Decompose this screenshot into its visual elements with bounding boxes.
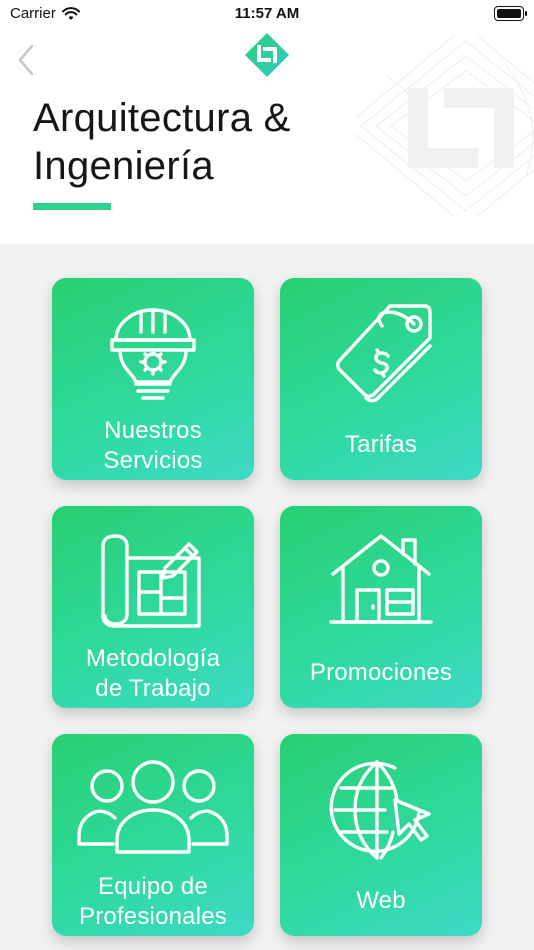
header: Arquitectura & Ingeniería (0, 28, 534, 244)
helmet-bulb-icon (110, 308, 196, 400)
tile-nuestros-servicios[interactable]: Nuestros Servicios (52, 278, 254, 480)
battery-icon (494, 6, 527, 21)
title-line-2: Ingeniería (33, 144, 214, 188)
back-chevron-icon[interactable] (14, 42, 40, 78)
tile-tarifas[interactable]: Tarifas (280, 278, 482, 480)
tile-label: Nuestros Servicios (103, 417, 203, 474)
menu-grid: Nuestros Servicios Tarifas Metodología d… (0, 244, 534, 950)
app-logo-icon (245, 33, 289, 77)
status-time: 11:57 AM (234, 5, 300, 22)
team-icon (77, 760, 229, 854)
tile-web[interactable]: Web (280, 734, 482, 936)
page-title: Arquitectura & Ingeniería (33, 94, 373, 190)
tile-metodologia-de-trabajo[interactable]: Metodología de Trabajo (52, 506, 254, 708)
blueprint-icon (101, 534, 201, 628)
tile-equipo-de-profesionales[interactable]: Equipo de Profesionales (52, 734, 254, 936)
house-icon (329, 534, 433, 624)
tile-label: Web (356, 887, 406, 914)
tile-promociones[interactable]: Promociones (280, 506, 482, 708)
price-tag-icon (336, 304, 432, 403)
tile-label: Equipo de Profesionales (78, 873, 228, 930)
title-underline (33, 203, 111, 210)
watermark-logo-icon (356, 36, 534, 216)
tile-label: Metodología de Trabajo (85, 645, 221, 702)
status-bar: Carrier 11:57 AM (0, 0, 534, 28)
tile-label: Tarifas (344, 431, 418, 458)
title-line-1: Arquitectura & (33, 96, 291, 140)
tile-label: Promociones (309, 659, 453, 686)
globe-cursor-icon (329, 760, 431, 860)
